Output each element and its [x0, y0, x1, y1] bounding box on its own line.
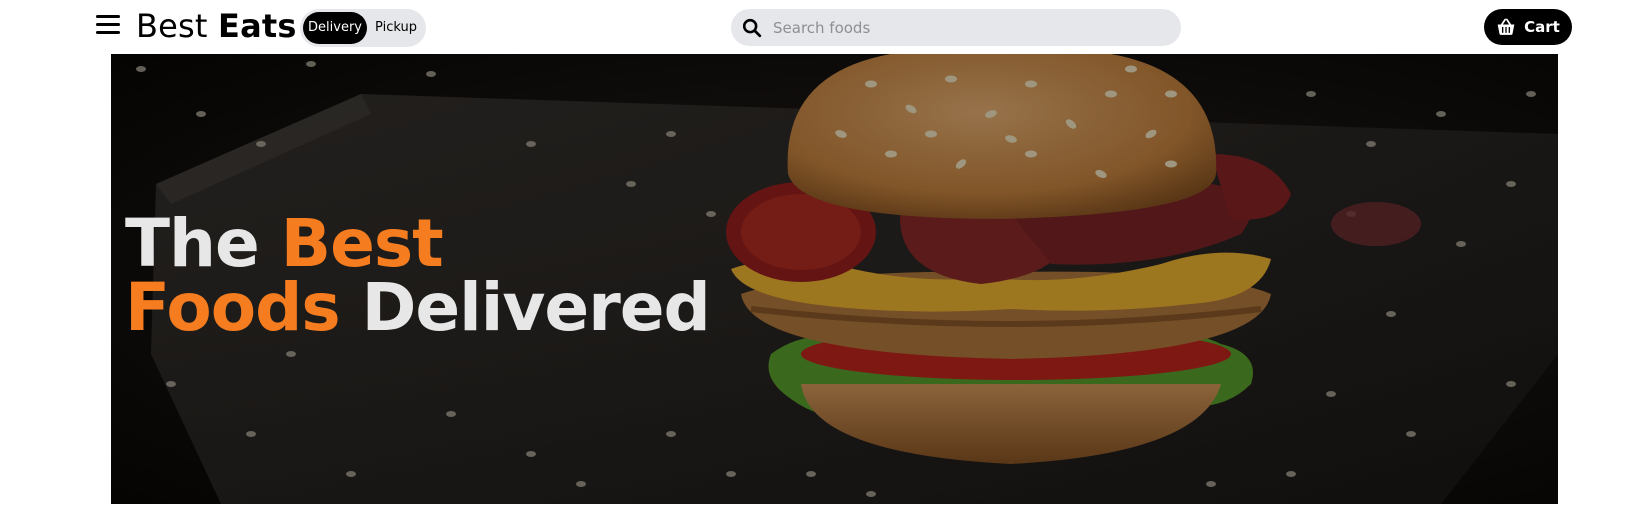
shopping-basket-icon [1497, 18, 1515, 35]
search-input[interactable] [761, 9, 1171, 46]
cart-button[interactable]: Cart [1484, 9, 1572, 45]
hamburger-menu-icon[interactable] [94, 12, 122, 38]
headline-foods: Foods [125, 269, 341, 346]
cart-label: Cart [1524, 18, 1560, 36]
search-bar [731, 9, 1181, 46]
brand-logo[interactable]: Best Eats [136, 6, 297, 46]
brand-name-second: Eats [218, 7, 297, 45]
hero-headline: The Best Foods Delivered [125, 211, 711, 341]
hero-banner: The Best Foods Delivered [111, 54, 1558, 504]
search-icon [742, 18, 762, 38]
delivery-pickup-toggle: Delivery Pickup [300, 9, 426, 47]
top-navbar: Best Eats Delivery Pickup Cart [0, 0, 1652, 54]
brand-name-first: Best [136, 7, 208, 45]
pickup-option[interactable]: Pickup [368, 12, 424, 44]
headline-delivered: Delivered [361, 269, 711, 346]
delivery-option[interactable]: Delivery [303, 12, 367, 44]
